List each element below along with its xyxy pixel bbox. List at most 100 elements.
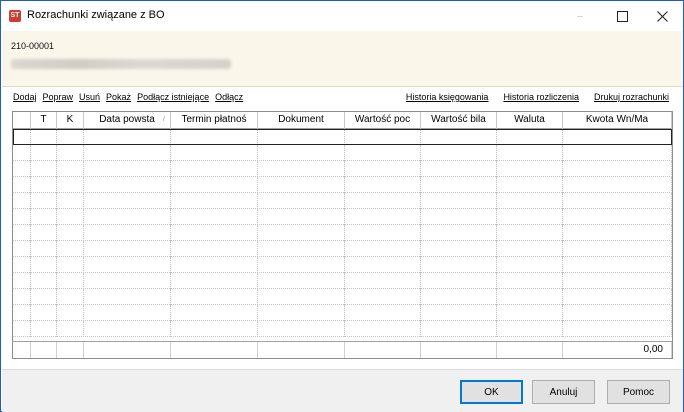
- table-cell-data[interactable]: [84, 177, 171, 193]
- table-cell-waluta[interactable]: [497, 129, 563, 145]
- table-cell-sel[interactable]: [13, 257, 31, 273]
- table-cell-dokument[interactable]: [258, 145, 345, 161]
- table-row[interactable]: [13, 289, 672, 305]
- table-cell-t[interactable]: [31, 161, 57, 177]
- table-cell-termin[interactable]: [171, 273, 258, 289]
- column-header-dokument[interactable]: Dokument: [258, 112, 345, 129]
- table-cell-t[interactable]: [31, 305, 57, 321]
- link-podlacz[interactable]: Podłącz istniejące: [137, 92, 209, 102]
- table-cell-data[interactable]: [84, 209, 171, 225]
- table-cell-termin[interactable]: [171, 321, 258, 337]
- table-cell-k[interactable]: [57, 241, 84, 257]
- table-cell-termin[interactable]: [171, 161, 258, 177]
- column-header-wartosc-poc[interactable]: Wartość poc: [345, 112, 421, 129]
- table-cell-kwota[interactable]: [563, 129, 672, 145]
- table-cell-kwota[interactable]: [563, 225, 672, 241]
- table-cell-wartosc-bil[interactable]: [421, 257, 497, 273]
- column-header-kwota[interactable]: Kwota Wn/Ma: [563, 112, 672, 129]
- table-row[interactable]: [13, 161, 672, 177]
- table-cell-wartosc-poc[interactable]: [345, 177, 421, 193]
- table-cell-wartosc-poc[interactable]: [345, 209, 421, 225]
- table-cell-k[interactable]: [57, 145, 84, 161]
- table-cell-waluta[interactable]: [497, 209, 563, 225]
- column-header-k[interactable]: K: [57, 112, 84, 129]
- link-dodaj[interactable]: Dodaj: [13, 92, 37, 102]
- table-cell-t[interactable]: [31, 257, 57, 273]
- table-cell-sel[interactable]: [13, 177, 31, 193]
- table-cell-dokument[interactable]: [258, 225, 345, 241]
- table-cell-t[interactable]: [31, 321, 57, 337]
- table-cell-k[interactable]: [57, 193, 84, 209]
- table-cell-waluta[interactable]: [497, 177, 563, 193]
- table-cell-wartosc-poc[interactable]: [345, 273, 421, 289]
- table-cell-data[interactable]: [84, 241, 171, 257]
- minimize-icon[interactable]: –: [561, 1, 599, 31]
- table-cell-wartosc-poc[interactable]: [345, 161, 421, 177]
- table-cell-termin[interactable]: [171, 289, 258, 305]
- column-header-sel[interactable]: [13, 112, 31, 129]
- table-cell-sel[interactable]: [13, 193, 31, 209]
- table-cell-wartosc-poc[interactable]: [345, 321, 421, 337]
- table-cell-kwota[interactable]: [563, 145, 672, 161]
- table-cell-sel[interactable]: [13, 289, 31, 305]
- table-cell-termin[interactable]: [171, 177, 258, 193]
- table-cell-wartosc-poc[interactable]: [345, 305, 421, 321]
- table-cell-dokument[interactable]: [258, 273, 345, 289]
- table-cell-sel[interactable]: [13, 129, 31, 145]
- table-cell-wartosc-poc[interactable]: [345, 129, 421, 145]
- table-cell-dokument[interactable]: [258, 321, 345, 337]
- table-cell-sel[interactable]: [13, 209, 31, 225]
- table-cell-data[interactable]: [84, 289, 171, 305]
- link-popraw[interactable]: Popraw: [43, 92, 74, 102]
- table-cell-k[interactable]: [57, 209, 84, 225]
- table-cell-wartosc-bil[interactable]: [421, 273, 497, 289]
- table-cell-waluta[interactable]: [497, 161, 563, 177]
- table-row[interactable]: [13, 241, 672, 257]
- table-row[interactable]: [13, 129, 672, 145]
- table-cell-kwota[interactable]: [563, 305, 672, 321]
- table-cell-data[interactable]: [84, 321, 171, 337]
- table-cell-wartosc-bil[interactable]: [421, 129, 497, 145]
- link-historia-rozliczenia[interactable]: Historia rozliczenia: [503, 92, 579, 102]
- table-cell-kwota[interactable]: [563, 177, 672, 193]
- table-cell-data[interactable]: [84, 225, 171, 241]
- table-cell-t[interactable]: [31, 289, 57, 305]
- column-header-data[interactable]: Data powsta /: [84, 112, 171, 129]
- table-cell-waluta[interactable]: [497, 321, 563, 337]
- table-cell-waluta[interactable]: [497, 305, 563, 321]
- table-row[interactable]: [13, 209, 672, 225]
- table-cell-wartosc-poc[interactable]: [345, 225, 421, 241]
- table-cell-data[interactable]: [84, 273, 171, 289]
- maximize-icon[interactable]: [603, 1, 641, 31]
- link-pokaz[interactable]: Pokaż: [106, 92, 131, 102]
- table-cell-t[interactable]: [31, 145, 57, 161]
- table-row[interactable]: [13, 273, 672, 289]
- table-cell-wartosc-bil[interactable]: [421, 321, 497, 337]
- table-cell-t[interactable]: [31, 193, 57, 209]
- ok-button[interactable]: OK: [460, 380, 523, 404]
- table-cell-sel[interactable]: [13, 273, 31, 289]
- table-cell-dokument[interactable]: [258, 257, 345, 273]
- table-cell-termin[interactable]: [171, 225, 258, 241]
- column-header-waluta[interactable]: Waluta: [497, 112, 563, 129]
- table-cell-sel[interactable]: [13, 321, 31, 337]
- table-cell-dokument[interactable]: [258, 129, 345, 145]
- table-cell-wartosc-bil[interactable]: [421, 225, 497, 241]
- table-cell-dokument[interactable]: [258, 193, 345, 209]
- table-cell-wartosc-bil[interactable]: [421, 209, 497, 225]
- table-cell-wartosc-bil[interactable]: [421, 193, 497, 209]
- table-cell-k[interactable]: [57, 161, 84, 177]
- table-cell-termin[interactable]: [171, 145, 258, 161]
- table-cell-kwota[interactable]: [563, 321, 672, 337]
- table-cell-kwota[interactable]: [563, 289, 672, 305]
- table-cell-wartosc-poc[interactable]: [345, 145, 421, 161]
- table-cell-wartosc-poc[interactable]: [345, 193, 421, 209]
- table-cell-data[interactable]: [84, 305, 171, 321]
- table-row[interactable]: [13, 177, 672, 193]
- table-cell-data[interactable]: [84, 257, 171, 273]
- table-cell-dokument[interactable]: [258, 305, 345, 321]
- table-cell-k[interactable]: [57, 257, 84, 273]
- table-cell-termin[interactable]: [171, 193, 258, 209]
- table-row[interactable]: [13, 321, 672, 337]
- cancel-button[interactable]: Anuluj: [532, 380, 595, 404]
